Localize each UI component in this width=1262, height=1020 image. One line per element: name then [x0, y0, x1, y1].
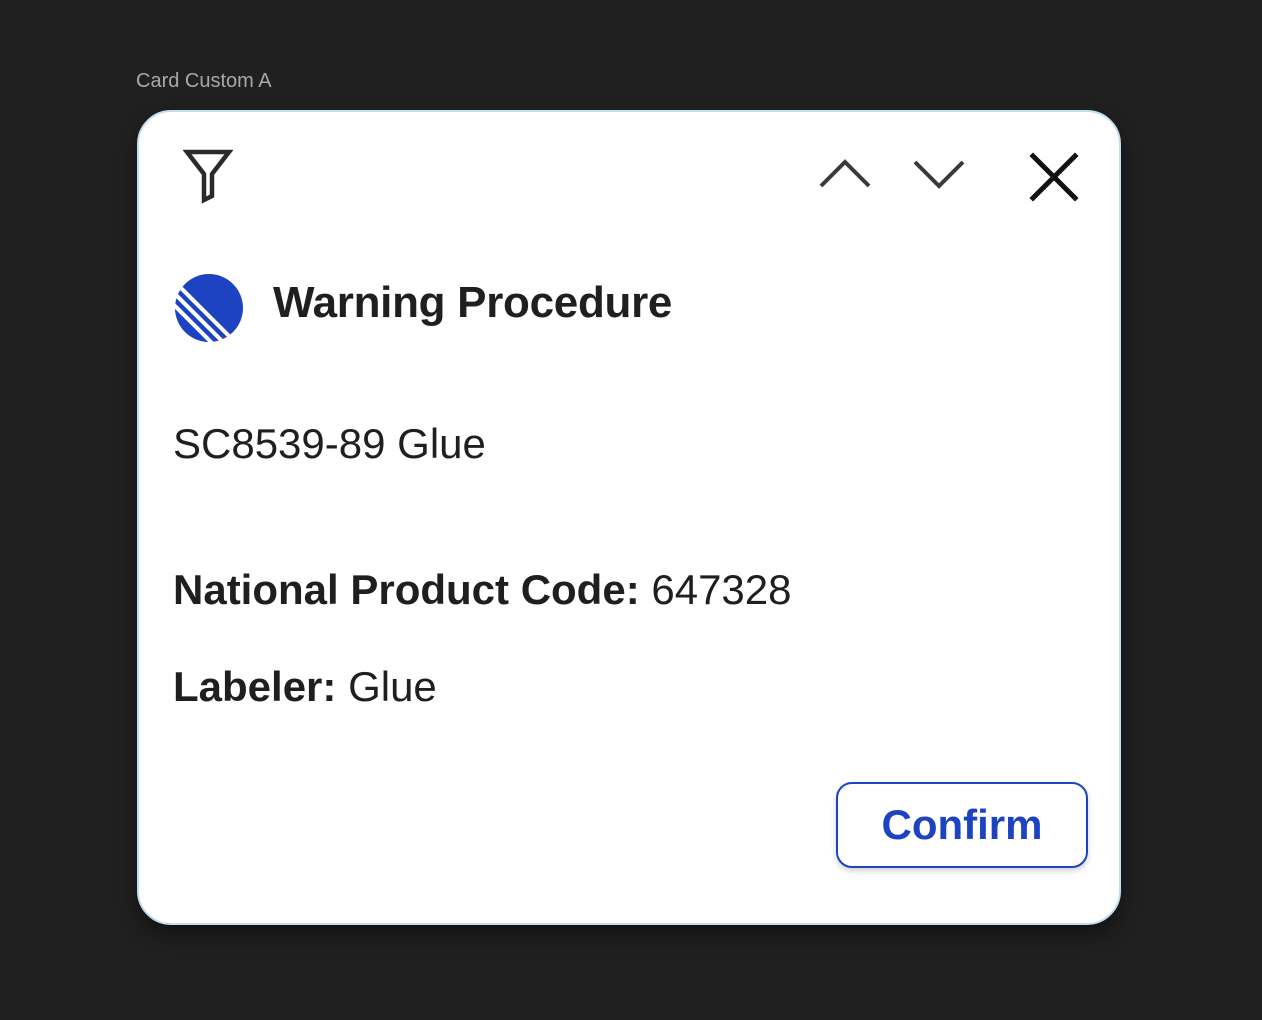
- chevron-up-icon[interactable]: [815, 152, 875, 196]
- product-name: SC8539-89 Glue: [173, 420, 486, 467]
- card-title: Warning Procedure: [273, 278, 673, 327]
- close-icon[interactable]: [1027, 150, 1081, 204]
- national-product-code-label: National Product Code:: [173, 566, 640, 613]
- national-product-code-value: 647328: [651, 566, 792, 613]
- warning-card: Warning Procedure SC8539-89 Glue Nationa…: [137, 110, 1121, 925]
- confirm-button[interactable]: Confirm: [836, 782, 1088, 868]
- filter-icon[interactable]: [182, 148, 234, 204]
- labeler-field: Labeler: Glue: [173, 663, 437, 711]
- chevron-down-icon[interactable]: [909, 152, 969, 196]
- labeler-label: Labeler:: [173, 663, 337, 710]
- frame-label: Card Custom A: [136, 70, 272, 92]
- labeler-value: Glue: [348, 663, 437, 710]
- national-product-code-field: National Product Code: 647328: [173, 566, 792, 614]
- striped-circle-logo-icon: [169, 272, 245, 346]
